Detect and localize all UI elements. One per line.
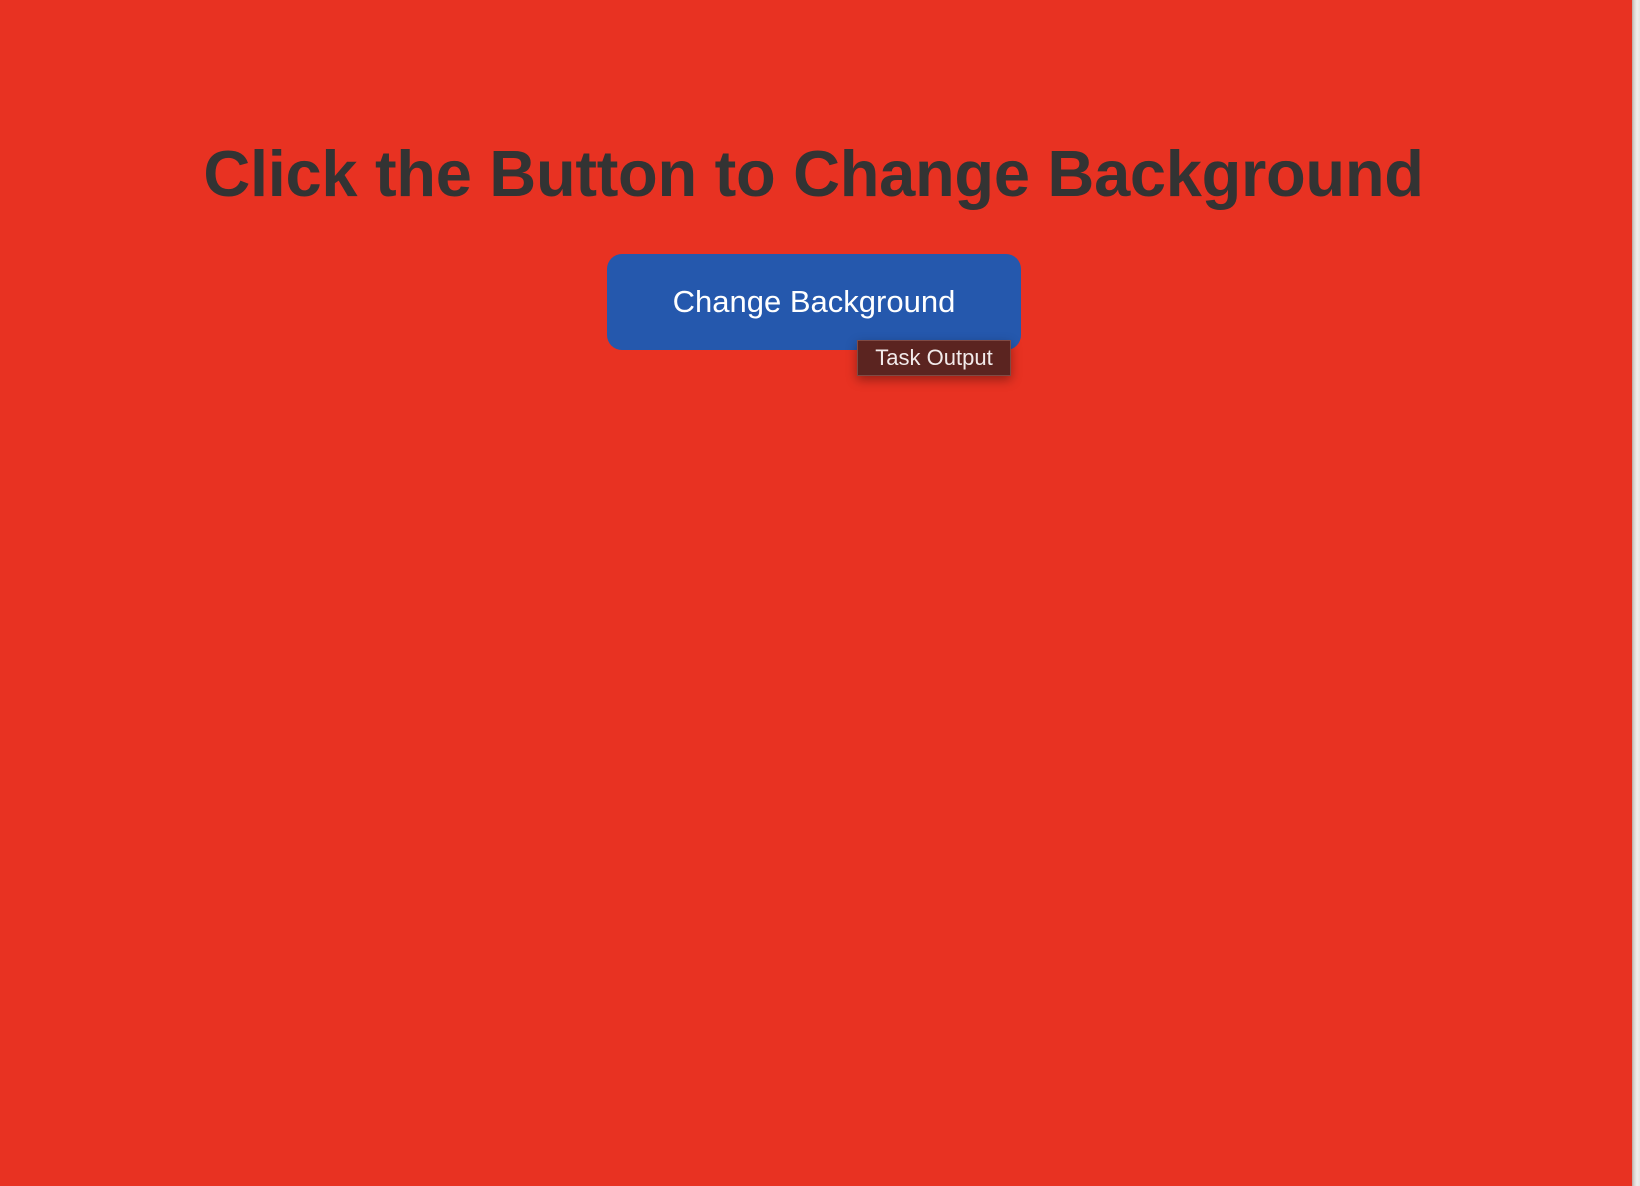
change-background-button[interactable]: Change Background bbox=[607, 254, 1021, 350]
task-output-tooltip: Task Output bbox=[857, 340, 1011, 376]
page-viewport: Click the Button to Change Background Ch… bbox=[0, 0, 1632, 1186]
window-edge bbox=[1632, 0, 1640, 1186]
page-title: Click the Button to Change Background bbox=[203, 137, 1424, 210]
